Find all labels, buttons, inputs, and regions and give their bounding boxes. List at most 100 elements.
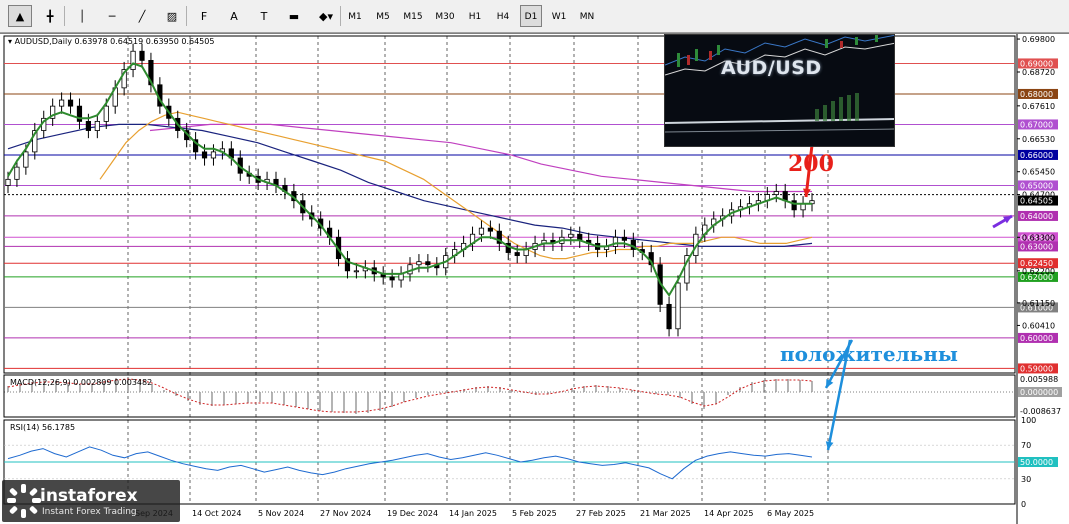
candle-body xyxy=(389,276,395,281)
rsi-line xyxy=(7,446,813,480)
candle-body xyxy=(773,191,779,195)
price-level-label: 0.64000 xyxy=(1020,212,1053,221)
rsi-axis-label: 0 xyxy=(1021,500,1026,509)
candle-body xyxy=(139,50,145,61)
candle-body xyxy=(103,105,109,122)
candle-body xyxy=(425,261,431,266)
candle-body xyxy=(5,178,11,186)
candle-body xyxy=(666,303,672,330)
price-level-label: 0.59000 xyxy=(1020,364,1053,373)
fibonacci-icon[interactable]: F xyxy=(192,5,216,27)
price-axis-label: 0.62200 xyxy=(1022,267,1055,276)
x-tick-label: 14 Jan 2025 xyxy=(449,509,497,518)
candle-body xyxy=(94,120,100,131)
price-level-label: 0.63000 xyxy=(1020,242,1053,251)
timeframe-m1[interactable]: M1 xyxy=(344,5,366,27)
candle-body xyxy=(621,236,628,241)
x-tick-label: 27 Feb 2025 xyxy=(576,509,626,518)
ohlc-values: 0.63978 0.64519 0.63950 0.64505 xyxy=(74,37,215,46)
text-icon[interactable]: A xyxy=(222,5,246,27)
collapse-icon[interactable]: ▾ xyxy=(8,37,12,46)
timeframe-m30[interactable]: M30 xyxy=(432,5,458,27)
instaforex-watermark: instaforex Instant Forex Trading xyxy=(2,480,180,522)
crosshair-icon[interactable]: ╋ xyxy=(38,5,62,27)
price-axis-label: 0.60410 xyxy=(1022,321,1055,330)
chart-window: Sep 202414 Oct 20245 Nov 202427 Nov 2024… xyxy=(0,33,1069,524)
candle-body xyxy=(210,151,217,159)
rsi-axis-label: 100 xyxy=(1021,416,1036,425)
toolbar-separator xyxy=(340,6,341,26)
banner-graphic-icon xyxy=(665,35,894,146)
cursor-icon[interactable]: ▲ xyxy=(8,5,32,27)
price-axis-label: 0.69800 xyxy=(1022,35,1055,44)
candle-body xyxy=(85,120,91,131)
macd-axis-label: 0.000000 xyxy=(1020,388,1058,397)
toolbar-separator xyxy=(186,6,187,26)
price-axis-label: 0.66530 xyxy=(1022,135,1055,144)
timeframe-m5[interactable]: M5 xyxy=(372,5,394,27)
horizontal-line-icon[interactable]: ─ xyxy=(100,5,124,27)
macd-panel-border xyxy=(3,374,1016,418)
timeframe-w1[interactable]: W1 xyxy=(548,5,570,27)
chart-toolbar: ▲ ╋ │ ─ ╱ ▨ F A T ▬ ◆▾ M1 M5 M15 M30 H1 H4 D1 W1 MN xyxy=(0,0,1069,33)
candle-body xyxy=(514,252,520,256)
candle-body xyxy=(612,236,619,247)
price-level-label: 0.68000 xyxy=(1020,90,1053,99)
toolbar-separator xyxy=(64,6,65,26)
audusd-banner-image: AUD/USD xyxy=(664,34,895,147)
timeframe-d1[interactable]: D1 xyxy=(520,5,542,27)
candle-body xyxy=(416,261,422,266)
trendline-icon[interactable]: ╱ xyxy=(130,5,154,27)
watermark-brand: instaforex xyxy=(40,486,138,506)
rsi-axis-label: 70 xyxy=(1021,441,1031,450)
rsi-label: RSI(14) 56.1785 xyxy=(10,423,76,432)
candle-body xyxy=(478,227,485,235)
x-tick-label: 6 May 2025 xyxy=(767,509,814,518)
price-axis-label: 0.65450 xyxy=(1022,168,1055,177)
candle-body xyxy=(568,233,574,238)
blue-arrow-icon-rsi-head xyxy=(825,441,834,450)
text-label-icon[interactable]: T xyxy=(252,5,276,27)
banner-title: AUD/USD xyxy=(721,57,822,79)
rsi-level-label: 50.0000 xyxy=(1020,458,1053,467)
timeframe-mn[interactable]: MN xyxy=(576,5,598,27)
candle-body xyxy=(353,270,360,273)
candle-body xyxy=(67,99,74,107)
rectangle-icon[interactable]: ▬ xyxy=(282,5,306,27)
price-axis-label: 0.63300 xyxy=(1022,233,1055,242)
candle-body xyxy=(14,166,20,180)
rsi-axis-label: 30 xyxy=(1021,475,1031,484)
annotation-200: 200 xyxy=(788,151,834,177)
x-tick-label: 5 Nov 2024 xyxy=(258,509,304,518)
x-tick-label: 14 Apr 2025 xyxy=(704,509,753,518)
channel-icon[interactable]: ▨ xyxy=(160,5,184,27)
candle-body xyxy=(130,50,136,70)
instaforex-logo-icon xyxy=(7,484,41,518)
price-level-label: 0.67000 xyxy=(1020,120,1053,129)
candle-body xyxy=(59,99,65,107)
price-axis-label: 0.61150 xyxy=(1022,299,1055,308)
price-level-label: 0.60000 xyxy=(1020,334,1053,343)
annotation-positive: положительны xyxy=(780,342,958,366)
vertical-line-icon[interactable]: │ xyxy=(70,5,94,27)
symbol-header: ▾ AUDUSD,Daily 0.63978 0.64519 0.63950 0… xyxy=(8,37,214,46)
price-chart[interactable]: Sep 202414 Oct 20245 Nov 202427 Nov 2024… xyxy=(0,34,1069,524)
timeframe-m15[interactable]: M15 xyxy=(400,5,426,27)
arrows-icon[interactable]: ◆▾ xyxy=(314,5,338,27)
symbol-name: AUDUSD,Daily xyxy=(14,37,72,46)
price-axis-label: 0.68720 xyxy=(1022,68,1055,77)
candle-body xyxy=(201,151,208,159)
timeframe-h4[interactable]: H4 xyxy=(492,5,514,27)
candle-body xyxy=(675,282,681,330)
x-tick-label: 27 Nov 2024 xyxy=(320,509,371,518)
timeframe-h1[interactable]: H1 xyxy=(464,5,486,27)
watermark-tagline: Instant Forex Trading xyxy=(42,507,137,517)
candle-body xyxy=(791,200,797,211)
price-level-label: 0.66000 xyxy=(1020,151,1053,160)
x-tick-label: 14 Oct 2024 xyxy=(192,509,241,518)
macd-label: MACD(12,26,9) 0.002809 0.003482 xyxy=(10,378,153,387)
macd-axis-label: 0.005988 xyxy=(1020,375,1058,384)
price-axis-label: 0.67610 xyxy=(1022,102,1055,111)
x-tick-label: 21 Mar 2025 xyxy=(640,509,691,518)
x-tick-label: 5 Feb 2025 xyxy=(512,509,557,518)
